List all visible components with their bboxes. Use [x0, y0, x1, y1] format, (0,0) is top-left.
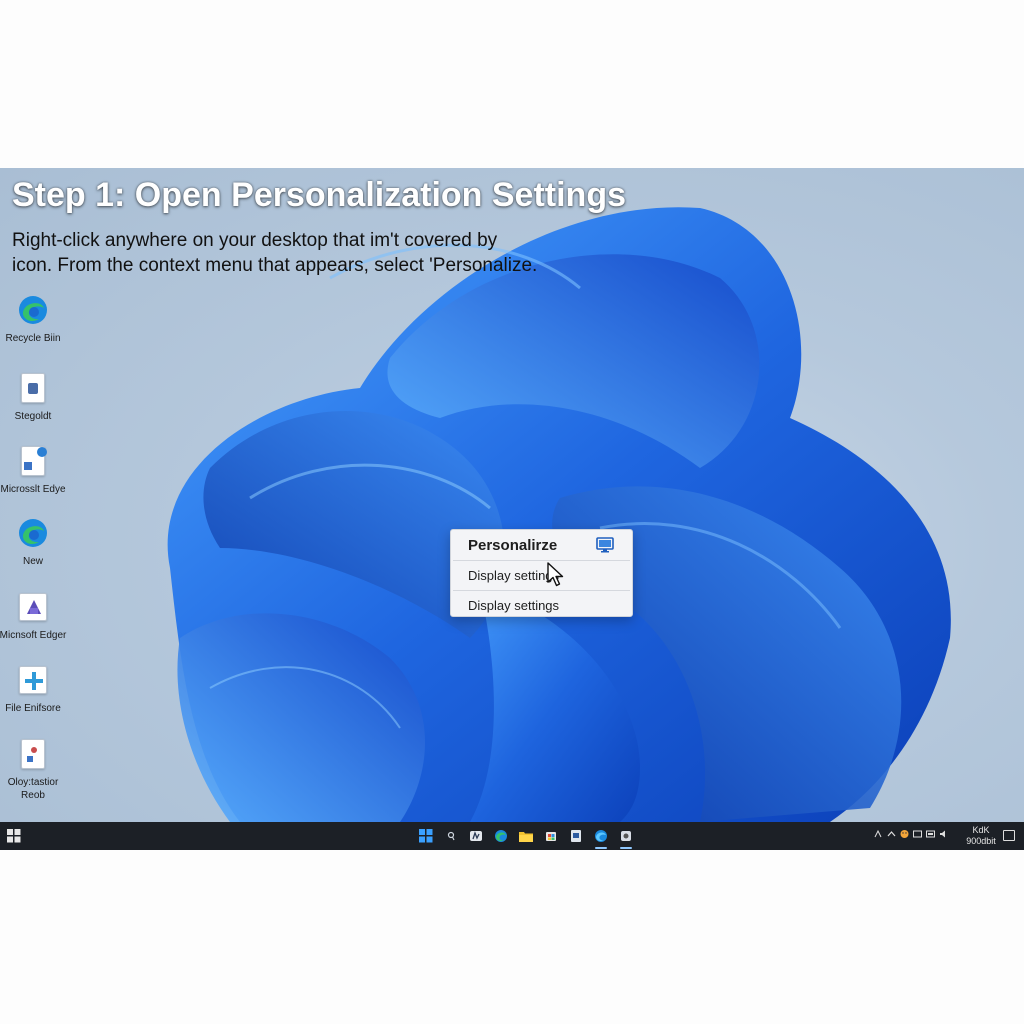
- emoji-icon[interactable]: [900, 829, 909, 839]
- taskbar-app-store[interactable]: [543, 826, 559, 846]
- system-tray: [874, 829, 948, 839]
- plus-icon: [17, 664, 49, 696]
- chevron-up-icon[interactable]: [887, 829, 896, 839]
- instruction-line-2: icon. From the context menu that appears…: [12, 255, 538, 276]
- taskbar-app-edge-active[interactable]: [593, 826, 609, 849]
- settings-icon: [621, 831, 631, 841]
- desktop-icon-new[interactable]: New: [0, 517, 66, 568]
- window-icon[interactable]: [926, 829, 935, 839]
- speaker-icon[interactable]: [939, 829, 948, 839]
- desktop-icon-file-explorer[interactable]: File Enifsore: [0, 664, 66, 715]
- clock-time: KdK: [972, 825, 990, 835]
- notification-icon[interactable]: [1003, 830, 1015, 841]
- store-icon: [546, 832, 556, 841]
- taskbar-clock[interactable]: KdK 900dbit: [963, 825, 999, 847]
- edge-icon: [17, 517, 49, 549]
- taskbar-app-settings[interactable]: [618, 826, 634, 849]
- desktop[interactable]: Step 1: Open Personalization Settings Ri…: [0, 168, 1024, 822]
- taskbar-search-button[interactable]: [443, 826, 459, 846]
- shortcut-icon: [17, 445, 49, 477]
- desktop-icon-oloy[interactable]: Oloy:tastior Reob: [0, 738, 66, 802]
- context-menu-item-display-settings[interactable]: Display settings: [451, 561, 632, 590]
- edge-icon: [495, 830, 507, 842]
- taskbar-app-widgets[interactable]: [468, 826, 484, 846]
- edge-icon: [17, 294, 49, 326]
- desktop-icon-label-line-2: Reob: [21, 790, 45, 801]
- context-menu: Personalirze Display settings Display se…: [450, 529, 633, 617]
- desktop-icon-label: File Enifsore: [5, 703, 61, 714]
- desktop-icon-recycle-bin[interactable]: Recycle Biin: [0, 294, 66, 345]
- desktop-icon-label: Recycle Biin: [5, 333, 61, 344]
- taskbar-app-file-explorer[interactable]: [518, 826, 534, 846]
- context-menu-item-label: Personalirze: [468, 536, 558, 554]
- desktop-icon-label-line-1: Oloy:tastior: [7, 777, 59, 788]
- tutorial-title: Step 1: Open Personalization Settings: [12, 176, 626, 214]
- desktop-icon-microsoft-edger[interactable]: Micnsoft Edger: [0, 591, 66, 642]
- taskbar: KdK 900dbit: [0, 822, 1024, 850]
- context-menu-item-display-settings-2[interactable]: Display settings: [451, 591, 632, 620]
- widgets-icon: [470, 831, 482, 841]
- mouse-cursor-icon: [547, 562, 564, 587]
- instruction-line-1: Right-click anywhere on your desktop tha…: [12, 230, 498, 251]
- desktop-icon-stegoldt[interactable]: Stegoldt: [0, 372, 66, 423]
- search-icon: [447, 831, 455, 841]
- desktop-icon-label: Microsslt Edye: [0, 484, 66, 495]
- start-icon[interactable]: [7, 829, 21, 843]
- folder-icon: [519, 832, 533, 842]
- network-icon[interactable]: [874, 829, 883, 839]
- context-menu-item-label: Display settings: [468, 568, 560, 583]
- taskbar-start-button[interactable]: [418, 826, 434, 846]
- monitor-icon: [596, 537, 614, 553]
- taskbar-app-document[interactable]: [568, 826, 584, 846]
- context-menu-item-label: Display settings: [468, 598, 560, 613]
- taskbar-app-edge[interactable]: [493, 826, 509, 846]
- clock-date: 900dbit: [966, 836, 996, 846]
- taskbar-apps: [418, 826, 634, 849]
- app-icon: [17, 591, 49, 623]
- screenshot-frame: Step 1: Open Personalization Settings Ri…: [0, 168, 1024, 850]
- tutorial-instruction: Right-click anywhere on your desktop tha…: [12, 228, 612, 278]
- desktop-icon-label: Stegoldt: [14, 411, 52, 422]
- desktop-icon-label: Oloy:tastior Reob: [0, 776, 73, 802]
- desktop-icon-label: Micnsoft Edger: [0, 630, 67, 641]
- document-icon: [571, 830, 581, 842]
- desktop-icon-microsoft-edge[interactable]: Microsslt Edye: [0, 445, 66, 496]
- windows-logo-icon: [419, 829, 433, 843]
- edge-icon: [595, 830, 607, 842]
- desktop-icon-label: New: [22, 556, 43, 567]
- file-icon: [17, 372, 49, 404]
- context-menu-item-personalize[interactable]: Personalirze: [451, 530, 632, 560]
- display-icon[interactable]: [913, 829, 922, 839]
- file-icon: [17, 738, 49, 770]
